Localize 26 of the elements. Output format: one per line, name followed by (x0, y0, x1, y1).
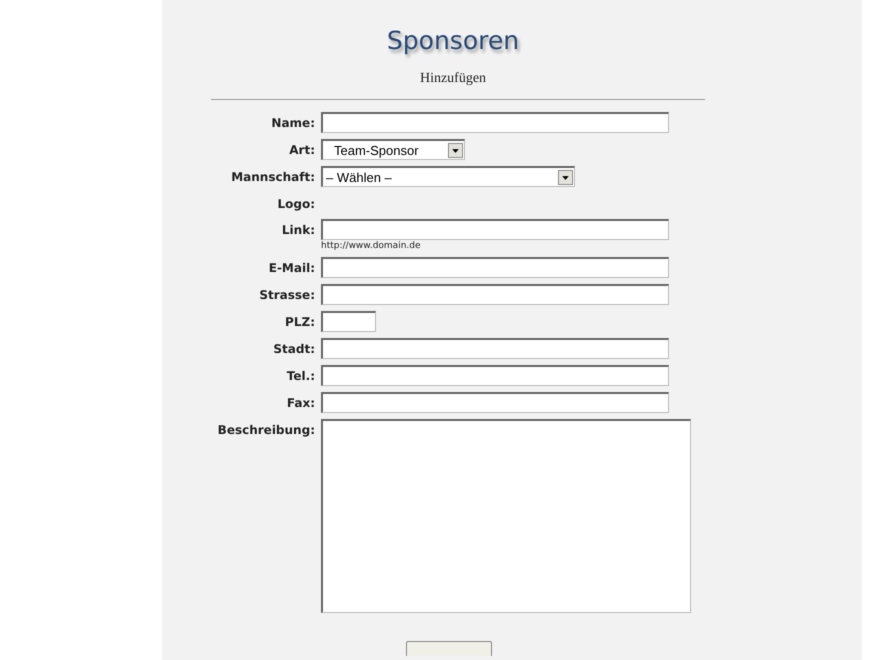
dropdown[interactable]: Team-Sponsor (321, 139, 465, 160)
field-label: Tel.: (286, 369, 315, 383)
submit-button[interactable] (406, 641, 492, 656)
input-field[interactable] (321, 284, 669, 305)
input-field[interactable] (321, 311, 376, 332)
page-subtitle: Hinzufügen (420, 71, 486, 87)
field-label: Strasse: (259, 288, 315, 302)
field-label: PLZ: (285, 315, 315, 329)
input-field[interactable] (321, 112, 669, 133)
field-label: Link: (282, 223, 315, 237)
field-label: Art: (289, 143, 315, 157)
field-label: Stadt: (273, 342, 315, 356)
input-field[interactable] (321, 219, 669, 240)
input-field[interactable] (321, 338, 669, 359)
field-label: Beschreibung: (218, 423, 315, 437)
field-label: Mannschaft: (231, 170, 315, 184)
input-field[interactable] (321, 257, 669, 278)
field-label: Name: (271, 116, 315, 130)
field-label: E-Mail: (268, 261, 315, 275)
dropdown[interactable]: – Wählen – (321, 166, 575, 187)
input-field[interactable] (321, 392, 669, 413)
page-title: Sponsoren (386, 26, 520, 55)
field-label: Logo: (277, 197, 315, 211)
input-field[interactable] (321, 365, 669, 386)
field-label: Fax: (286, 396, 315, 410)
field-hint: http://www.domain.de (321, 241, 422, 251)
